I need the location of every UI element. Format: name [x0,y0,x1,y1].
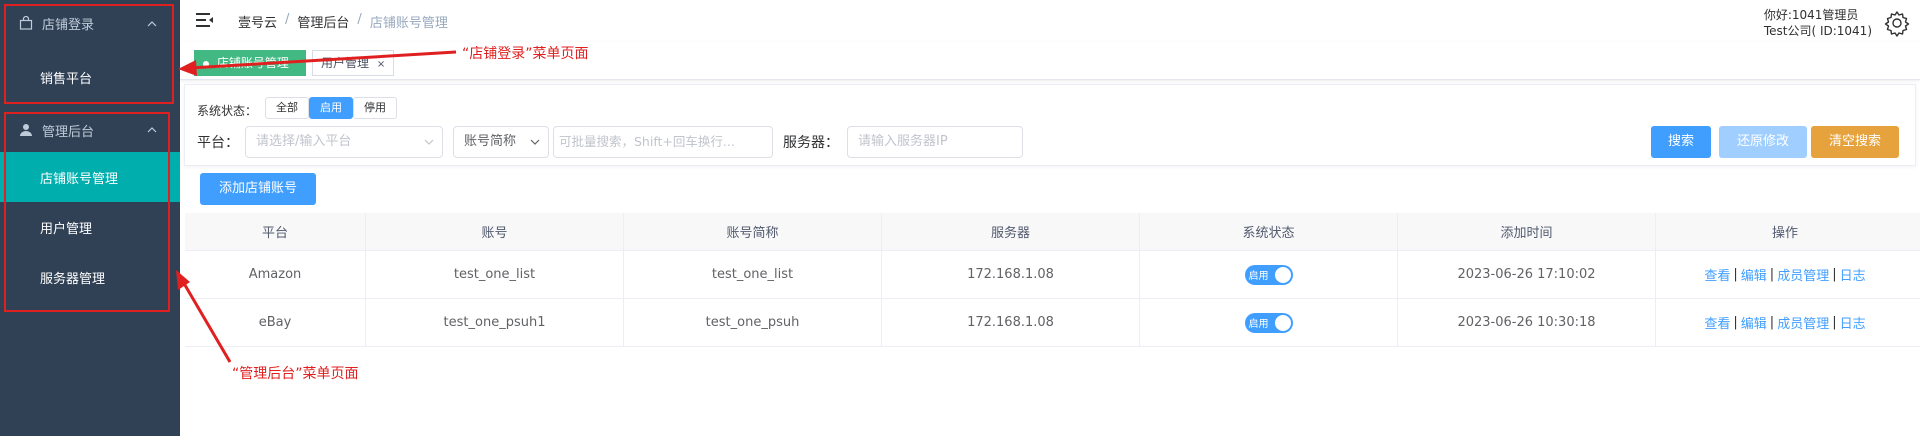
member-management-link[interactable]: 成员管理 [1777,265,1829,284]
platform-label: 平台： [197,135,239,151]
status-all-button[interactable]: 全部 [265,97,309,119]
row-actions: 查看 | 编辑 | 成员管理 | 日志 [1704,313,1865,332]
breadcrumb-current: 店铺账号管理 [369,16,448,31]
switch-knob [1274,266,1291,283]
add-shop-account-button[interactable]: 添加店铺账号 [200,173,316,205]
status-switch[interactable]: 启用 [1244,264,1293,285]
cell-server: 172.168.1.08 [882,251,1140,298]
tag-label: 店铺账号管理 [216,56,289,70]
column-header: 服务器 [882,213,1140,250]
separator: | [1832,315,1837,330]
annotation-box-shop-login [4,4,174,104]
tags-view: 店铺账号管理 用户管理 × [180,42,1920,80]
cell-platform: Amazon [185,251,366,298]
platform-select[interactable]: 请选择/输入平台 [245,126,443,158]
cell-account: test_one_psuh1 [366,299,624,346]
column-header: 系统状态 [1140,213,1398,250]
server-ip-input[interactable]: 请输入服务器IP [847,126,1023,158]
cell-short-name: test_one_psuh [624,299,882,346]
account-table: 平台 账号 账号简称 服务器 系统状态 添加时间 操作 Amazon test_… [185,213,1920,347]
table-row: Amazon test_one_list test_one_list 172.1… [185,251,1920,299]
cell-added-time: 2023-06-26 10:30:18 [1398,299,1656,346]
filter-panel: 系统状态： 全部 启用 停用 平台： 请选择/输入平台 账号简称 可批量搜索，S… [184,84,1916,166]
table-row: eBay test_one_psuh1 test_one_psuh 172.16… [185,299,1920,347]
close-icon[interactable]: × [377,59,385,70]
log-link[interactable]: 日志 [1840,313,1866,332]
status-enabled-button[interactable]: 启用 [309,97,353,119]
annotation-text-bottom: “管理后台”菜单页面 [232,366,359,382]
switch-label: 启用 [1248,271,1269,282]
column-header: 操作 [1771,226,1798,241]
column-header: 账号简称 [624,213,882,250]
cell-server: 172.168.1.08 [882,299,1140,346]
separator: | [1733,267,1738,282]
column-header: 平台 [185,213,366,250]
log-link[interactable]: 日志 [1840,265,1866,284]
annotation-text-top: “店铺登录”菜单页面 [462,46,589,62]
table-header-row: 平台 账号 账号简称 服务器 系统状态 添加时间 操作 [185,213,1920,251]
cell-platform: eBay [185,299,366,346]
separator: | [1769,267,1775,282]
breadcrumb-separator: / [285,12,290,27]
user-company: Test公司( ID:1041) [1763,24,1872,38]
separator: | [1832,267,1837,282]
cell-actions: 查看 | 编辑 | 成员管理 | 日志 [1656,299,1914,346]
column-header: 添加时间 [1398,213,1656,250]
edit-link[interactable]: 编辑 [1741,313,1767,332]
switch-label: 启用 [1248,319,1269,330]
account-type-select[interactable]: 账号简称 [453,126,549,158]
batch-search-input[interactable]: 可批量搜索，Shift+回车换行... [553,126,773,158]
tag-shop-account[interactable]: 店铺账号管理 [194,50,306,76]
status-switch[interactable]: 启用 [1244,312,1293,333]
row-actions: 查看 | 编辑 | 成员管理 | 日志 [1704,265,1865,284]
breadcrumb-item[interactable]: 壹号云 [238,12,277,31]
search-button[interactable]: 搜索 [1651,126,1711,158]
edit-link[interactable]: 编辑 [1741,265,1767,284]
annotation-box-admin [4,112,170,312]
view-link[interactable]: 查看 [1704,313,1730,332]
server-label: 服务器： [783,135,839,151]
column-header: 账号 [366,213,624,250]
tag-user-management[interactable]: 用户管理 × [312,50,395,76]
batch-search-placeholder: 可批量搜索，Shift+回车换行... [559,134,735,149]
separator: | [1733,315,1738,330]
switch-knob [1274,314,1291,331]
platform-placeholder: 请选择/输入平台 [256,134,352,149]
member-management-link[interactable]: 成员管理 [1777,313,1829,332]
tag-label: 用户管理 [321,56,370,70]
cell-status: 启用 [1140,251,1398,298]
status-filter-label: 系统状态： [197,104,258,118]
chevron-down-icon [530,139,540,145]
status-disabled-button[interactable]: 停用 [353,97,397,119]
account-type-value: 账号简称 [464,134,517,149]
breadcrumb-item[interactable]: 管理后台 [297,12,349,31]
cell-account: test_one_list [366,251,624,298]
cell-short-name: test_one_list [624,251,882,298]
restore-button[interactable]: 还原修改 [1719,126,1807,158]
chevron-down-icon [424,139,434,145]
separator: | [1769,315,1775,330]
user-greeting: 你好:1041管理员 [1763,8,1859,22]
menu-fold-icon[interactable] [196,12,214,28]
cell-actions: 查看 | 编辑 | 成员管理 | 日志 [1656,251,1914,298]
cell-added-time: 2023-06-26 17:10:02 [1398,251,1656,298]
top-navbar: 壹号云 / 管理后台 / 店铺账号管理 你好:1041管理员 Test公司( I… [180,0,1920,42]
view-link[interactable]: 查看 [1704,265,1730,284]
gear-icon[interactable] [1882,8,1912,38]
breadcrumb-separator: / [357,12,362,27]
cell-status: 启用 [1140,299,1398,346]
breadcrumb: 壹号云 / 管理后台 / 店铺账号管理 [238,12,448,31]
user-info: 你好:1041管理员 Test公司( ID:1041) [1764,7,1872,39]
clear-search-button[interactable]: 清空搜索 [1811,126,1899,158]
server-ip-placeholder: 请输入服务器IP [858,134,948,149]
